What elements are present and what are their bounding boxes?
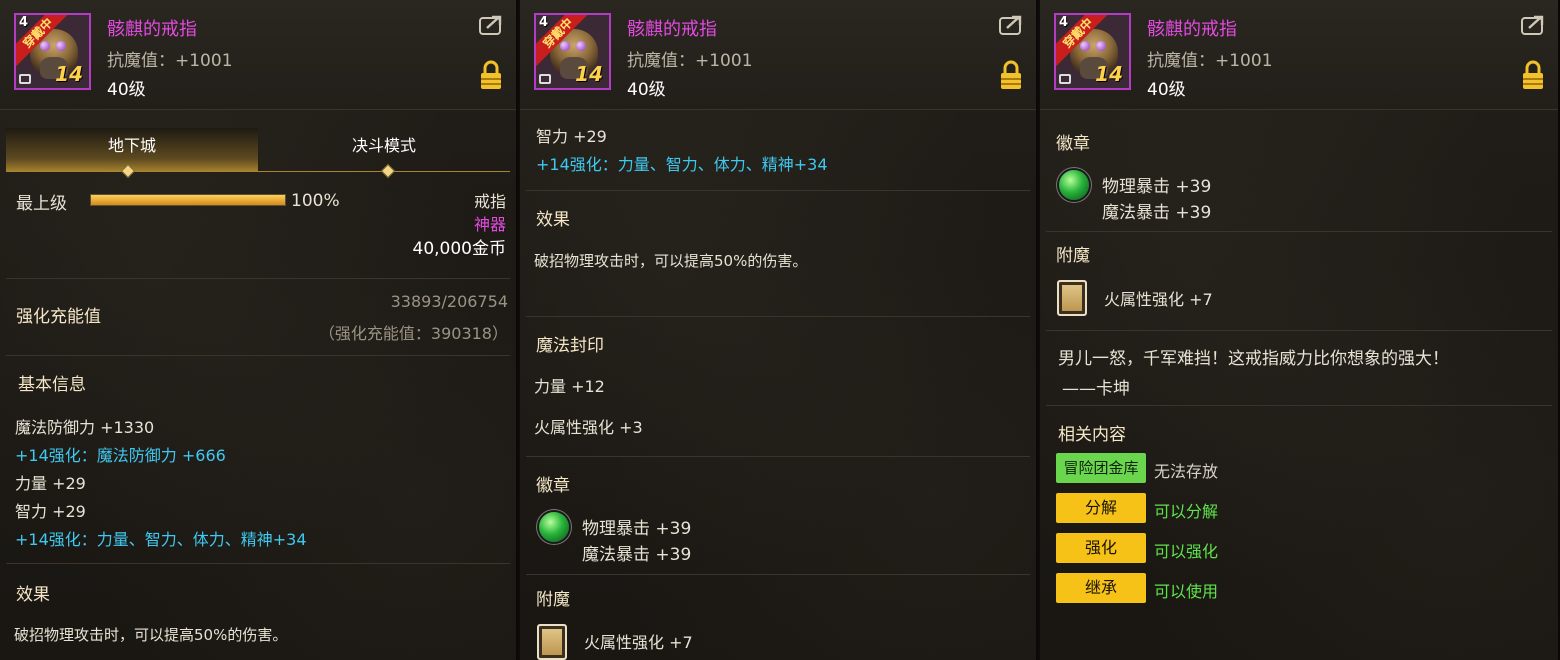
item-tooltip-panel-1: 穿戴中 4 14 骸麒的戒指 抗魔值：+1001 40级 地下城 决斗模式 最上… — [0, 0, 518, 660]
item-name: 骸麒的戒指 — [107, 19, 197, 40]
item-name: 骸麒的戒指 — [627, 19, 717, 40]
emblem-line: 物理暴击 +39 — [1102, 177, 1212, 197]
related-status: 无法存放 — [1154, 462, 1219, 481]
enchant-title: 附魔 — [1056, 246, 1090, 266]
small-lock-icon — [19, 74, 31, 84]
stat-line: +14强化：力量、智力、体力、精神+34 — [15, 530, 307, 549]
enchant-text: 火属性强化 +7 — [1104, 290, 1213, 309]
grade-label: 最上级 — [16, 194, 67, 214]
related-button[interactable]: 冒险团金库 — [1056, 453, 1146, 483]
charge-label: 强化充能值 — [16, 307, 101, 327]
share-icon[interactable] — [998, 14, 1024, 36]
related-button[interactable]: 继承 — [1056, 573, 1146, 603]
flavor-quote: 男儿一怒，千军难挡！这戒指威力比你想象的强大！ — [1058, 349, 1449, 369]
tab-dungeon[interactable]: 地下城 — [6, 128, 258, 172]
grade-progress-fill — [91, 195, 285, 205]
related-title: 相关内容 — [1058, 425, 1126, 445]
emblem-title: 徽章 — [1056, 134, 1090, 154]
enchant-title: 附魔 — [536, 590, 570, 610]
related-button[interactable]: 强化 — [1056, 533, 1146, 563]
item-resist: 抗魔值：+1001 — [107, 51, 233, 71]
emblem-line: 魔法暴击 +39 — [582, 545, 692, 565]
item-header: 穿戴中 4 14 骸麒的戒指 抗魔值：+1001 40级 — [0, 0, 516, 110]
item-header: 穿戴中 4 14 骸麒的戒指 抗魔值：+1001 40级 — [520, 0, 1036, 110]
reinforce-level: 14 — [1095, 62, 1123, 86]
item-level: 40级 — [627, 80, 666, 100]
enchant-text: 火属性强化 +7 — [584, 633, 693, 652]
item-resist: 抗魔值：+1001 — [1147, 51, 1273, 71]
lock-icon[interactable] — [480, 60, 502, 90]
stat-line: +14强化：魔法防御力 +666 — [15, 446, 226, 465]
effect-title: 效果 — [16, 585, 50, 605]
seal-title: 魔法封印 — [536, 336, 604, 356]
green-emblem-icon — [1059, 170, 1089, 200]
related-status: 可以分解 — [1154, 502, 1219, 521]
related-status: 可以强化 — [1154, 542, 1219, 561]
item-level: 40级 — [107, 80, 146, 100]
share-icon[interactable] — [478, 14, 504, 36]
item-level: 40级 — [1147, 80, 1186, 100]
icon-corner-number: 4 — [19, 15, 29, 30]
stat-line: 智力 +29 — [15, 502, 86, 521]
stat-line: 力量 +29 — [15, 474, 86, 493]
related-status: 可以使用 — [1154, 582, 1219, 601]
item-header: 穿戴中 4 14 骸麒的戒指 抗魔值：+1001 40级 — [1040, 0, 1558, 110]
basic-info-title: 基本信息 — [18, 375, 86, 395]
ring-item-icon[interactable]: 穿戴中 4 14 — [14, 13, 91, 90]
reinforce-level: 14 — [55, 62, 83, 86]
stat-line: +14强化：力量、智力、体力、精神+34 — [536, 155, 828, 174]
grade-percent: 100% — [291, 191, 340, 211]
stat-line: 魔法防御力 +1330 — [15, 418, 155, 437]
charge-value: 33893/206754 — [390, 292, 508, 311]
stat-line: 智力 +29 — [536, 127, 607, 146]
charge-sub: （强化充能值：390318） — [318, 324, 508, 343]
ring-item-icon[interactable]: 穿戴中 4 14 — [534, 13, 611, 90]
seal-line: 火属性强化 +3 — [534, 418, 643, 437]
item-tooltip-panel-3: 穿戴中 4 14 骸麒的戒指 抗魔值：+1001 40级 徽章 物理暴击 +39… — [1040, 0, 1560, 660]
item-tooltip-panel-2: 穿戴中 4 14 骸麒的戒指 抗魔值：+1001 40级 智力 +29 +14强化… — [520, 0, 1038, 660]
emblem-title: 徽章 — [536, 476, 570, 496]
effect-text: 破招物理攻击时，可以提高50%的伤害。 — [534, 252, 808, 270]
price: 40,000金币 — [412, 239, 506, 259]
emblem-line: 物理暴击 +39 — [582, 519, 692, 539]
icon-corner-number: 4 — [1059, 15, 1069, 30]
item-name: 骸麒的戒指 — [1147, 19, 1237, 40]
green-emblem-icon — [539, 512, 569, 542]
icon-corner-number: 4 — [539, 15, 549, 30]
tab-pvp[interactable]: 决斗模式 — [258, 128, 510, 172]
effect-text: 破招物理攻击时，可以提高50%的伤害。 — [14, 626, 288, 644]
related-button[interactable]: 分解 — [1056, 493, 1146, 523]
lock-icon[interactable] — [1522, 60, 1544, 90]
share-icon[interactable] — [1520, 14, 1546, 36]
item-resist: 抗魔值：+1001 — [627, 51, 753, 71]
mode-tabs: 地下城 决斗模式 — [6, 128, 510, 179]
effect-title: 效果 — [536, 210, 570, 230]
enchant-card-icon — [537, 624, 567, 660]
emblem-line: 魔法暴击 +39 — [1102, 203, 1212, 223]
grade-progress-bar — [90, 194, 286, 206]
seal-line: 力量 +12 — [534, 377, 605, 396]
ring-item-icon[interactable]: 穿戴中 4 14 — [1054, 13, 1131, 90]
reinforce-level: 14 — [575, 62, 603, 86]
flavor-author: ——卡坤 — [1062, 379, 1130, 399]
rarity: 神器 — [473, 215, 506, 234]
small-lock-icon — [1059, 74, 1071, 84]
slot-type: 戒指 — [473, 192, 506, 211]
lock-icon[interactable] — [1000, 60, 1022, 90]
enchant-card-icon — [1057, 280, 1087, 316]
small-lock-icon — [539, 74, 551, 84]
